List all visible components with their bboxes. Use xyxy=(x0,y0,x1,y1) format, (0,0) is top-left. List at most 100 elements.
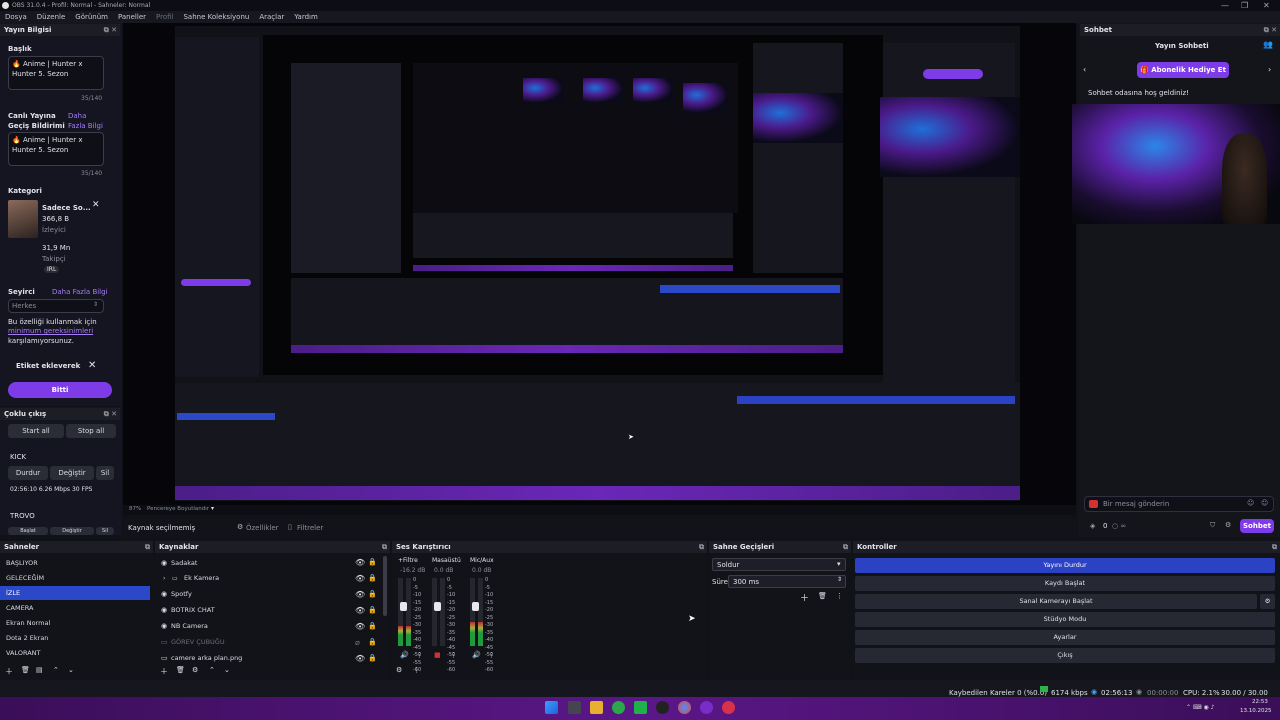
clear-tags-icon[interactable]: ✕ xyxy=(88,360,96,371)
scene-item[interactable]: BAŞLIYOR xyxy=(0,556,150,570)
dock-float-close-icon[interactable]: ⧉ ✕ xyxy=(104,408,117,420)
minimize-button[interactable]: — xyxy=(1221,0,1229,11)
dock-float-icon[interactable]: ⧉ xyxy=(145,541,150,553)
add-source-icon[interactable]: ＋ xyxy=(160,666,168,677)
lock-icon[interactable]: 🔒 xyxy=(368,638,377,646)
muted-speaker-icon[interactable]: ■ xyxy=(434,651,441,659)
audience-select[interactable]: Herkes ⇕ xyxy=(8,299,104,313)
volume-slider-knob[interactable] xyxy=(434,602,441,611)
visibility-eye-icon[interactable]: 👁 xyxy=(355,606,365,615)
mixer-menu-icon[interactable]: ⋮ xyxy=(413,666,420,674)
stop-streaming-button[interactable]: Yayını Durdur xyxy=(855,558,1275,573)
app-icon[interactable] xyxy=(700,701,713,714)
visibility-eye-icon[interactable]: 👁 xyxy=(355,558,365,567)
gift-subscription-button[interactable]: 🎁 Abonelik Hediye Et xyxy=(1137,62,1229,78)
title-input[interactable]: 🔥 Anime | Hunter x Hunter 5. Sezon xyxy=(8,56,104,90)
transition-select[interactable]: Soldur ▾ xyxy=(712,558,846,571)
virtual-camera-gear-icon[interactable]: ⚙ xyxy=(1260,594,1275,609)
menu-tools[interactable]: Araçlar xyxy=(259,13,284,21)
delete-scene-icon[interactable]: 🗑 xyxy=(21,666,30,674)
visibility-eye-icon[interactable]: 👁 xyxy=(355,590,365,599)
file-explorer-icon[interactable] xyxy=(590,701,603,714)
scene-item[interactable]: Dota 2 Ekran xyxy=(0,631,150,645)
play-app-icon[interactable] xyxy=(634,701,647,714)
windows-start-icon[interactable] xyxy=(545,701,558,714)
lock-icon[interactable]: 🔒 xyxy=(368,622,377,630)
channel-menu-icon[interactable]: ⋮ xyxy=(416,651,423,659)
tray-icons[interactable]: ⌃ ⌨ ◉ ♪ xyxy=(1186,704,1214,711)
shield-icon[interactable]: ⛉ xyxy=(1210,521,1215,530)
chat-settings-icon[interactable]: ⚙ xyxy=(1225,521,1231,529)
move-down-icon[interactable]: ⌄ xyxy=(68,666,74,674)
menu-scene-collection[interactable]: Sahne Koleksiyonu xyxy=(183,13,249,21)
visibility-eye-icon[interactable]: 👁 xyxy=(355,574,365,583)
source-item[interactable]: ▭ camere arka plan.png xyxy=(158,651,386,666)
move-down-icon[interactable]: ⌄ xyxy=(224,666,230,674)
points-icon[interactable]: ◈ xyxy=(1090,522,1095,530)
properties-button[interactable]: Özellikler xyxy=(246,524,279,532)
kick-delete-button[interactable]: Sil xyxy=(96,466,114,480)
speaker-icon[interactable]: 🔊 xyxy=(472,651,481,659)
dock-float-icon[interactable]: ⧉ xyxy=(382,541,387,553)
stop-all-button[interactable]: Stop all xyxy=(66,424,116,438)
expand-chevron-icon[interactable]: › xyxy=(163,571,165,586)
drops-icon[interactable]: ○ ∞ xyxy=(1112,522,1126,530)
dock-float-close-icon[interactable]: ⧉ ✕ xyxy=(104,24,117,36)
studio-mode-button[interactable]: Stüdyo Modu xyxy=(855,612,1275,627)
trovo-change-button[interactable]: Değiştir xyxy=(50,527,94,535)
source-item[interactable]: ◉ NB Camera xyxy=(158,619,386,634)
menu-profile[interactable]: Profil xyxy=(156,13,173,21)
dock-float-icon[interactable]: ⧉ xyxy=(843,541,848,553)
lock-icon[interactable]: 🔒 xyxy=(368,574,377,582)
start-recording-button[interactable]: Kaydı Başlat xyxy=(855,576,1275,591)
lock-icon[interactable]: 🔒 xyxy=(368,654,377,662)
close-window-button[interactable]: ✕ xyxy=(1263,0,1270,11)
menu-edit[interactable]: Düzenle xyxy=(37,13,66,21)
user-list-icon[interactable]: 👥 xyxy=(1263,40,1273,49)
chat-message-input[interactable]: Bir mesaj gönderin ☺ ☺ xyxy=(1084,496,1274,512)
source-item-hidden[interactable]: ▭ GÖREV ÇUBUĞU xyxy=(158,635,386,650)
search-icon[interactable] xyxy=(568,701,581,714)
obs-taskbar-icon[interactable] xyxy=(656,701,669,714)
speaker-icon[interactable]: 🔊 xyxy=(400,651,409,659)
preview-canvas[interactable]: ➤ xyxy=(123,23,1076,505)
fit-to-window-select[interactable]: Pencereye Boyutlandır xyxy=(147,506,209,512)
dock-float-icon[interactable]: ⧉ xyxy=(699,541,704,553)
trovo-start-button[interactable]: Başlat xyxy=(8,527,48,535)
mixer-advanced-icon[interactable]: ⚙ xyxy=(396,666,402,674)
xbox-icon[interactable] xyxy=(612,701,625,714)
scene-item[interactable]: Ekran Normal xyxy=(0,616,150,630)
menu-view[interactable]: Görünüm xyxy=(75,13,108,21)
source-group-item[interactable]: › ▭ Ek Kamera xyxy=(158,571,386,586)
kick-change-button[interactable]: Değiştir xyxy=(50,466,94,480)
notice-requirements-link[interactable]: minimum gereksinimleri xyxy=(8,327,93,335)
chevron-right-icon[interactable]: › xyxy=(1268,65,1271,74)
start-all-button[interactable]: Start all xyxy=(8,424,64,438)
scene-filters-icon[interactable]: ▤ xyxy=(36,666,43,674)
add-transition-icon[interactable]: ＋ xyxy=(800,591,809,604)
source-item[interactable]: ◉ BOTRIX CHAT xyxy=(158,603,386,618)
spin-arrows-icon[interactable]: ⇕ xyxy=(837,576,842,583)
smile-icon[interactable]: ☺ xyxy=(1261,499,1268,507)
visibility-eye-hidden-icon[interactable]: ⌀ xyxy=(355,638,360,647)
emote-icon[interactable]: ☺ xyxy=(1247,499,1254,507)
add-scene-icon[interactable]: ＋ xyxy=(5,666,13,677)
scene-item[interactable]: VALORANT xyxy=(0,646,150,660)
audience-more-link[interactable]: Daha Fazla Bilgi xyxy=(52,288,108,296)
settings-button[interactable]: Ayarlar xyxy=(855,630,1275,645)
duration-input[interactable]: 300 ms ⇕ xyxy=(728,575,846,588)
visibility-eye-icon[interactable]: 👁 xyxy=(355,622,365,631)
maximize-button[interactable]: ❐ xyxy=(1241,0,1248,11)
filters-button[interactable]: Filtreler xyxy=(297,524,323,532)
lock-icon[interactable]: 🔒 xyxy=(368,558,377,566)
exit-button[interactable]: Çıkış xyxy=(855,648,1275,663)
menu-help[interactable]: Yardım xyxy=(294,13,318,21)
scene-item[interactable]: GELECEĞİM xyxy=(0,571,150,585)
notification-more-link-1[interactable]: Daha xyxy=(68,112,86,120)
scene-item[interactable]: CAMERA xyxy=(0,601,150,615)
notification-input[interactable]: 🔥 Anime | Hunter x Hunter 5. Sezon xyxy=(8,132,104,166)
channel-menu-icon[interactable]: ⋮ xyxy=(488,651,495,659)
done-button[interactable]: Bitti xyxy=(8,382,112,398)
source-item[interactable]: ◉ Spotfy xyxy=(158,587,386,602)
scene-item-selected[interactable]: İZLE xyxy=(0,586,150,600)
